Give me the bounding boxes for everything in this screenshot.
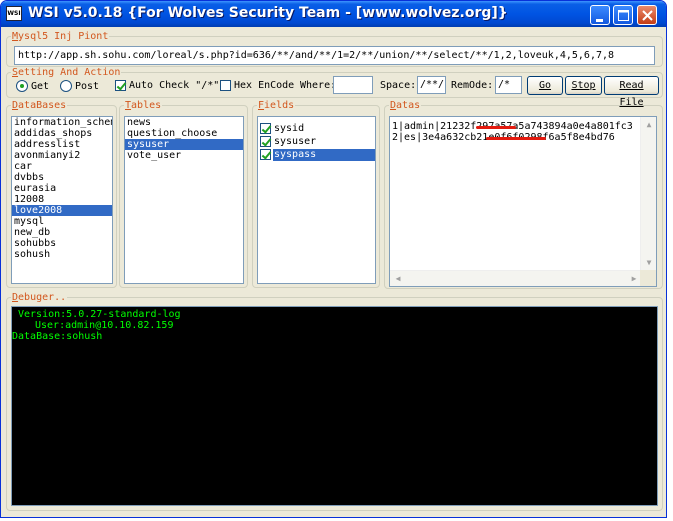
scrollbar-corner — [640, 270, 656, 286]
database-item[interactable]: sohubbs — [12, 238, 112, 249]
post-radio[interactable]: Post — [60, 80, 99, 92]
datas-group: Datas 1|admin|21232f297a57a5a743894a0e4a… — [384, 100, 663, 289]
remode-label: RemOde: — [451, 80, 494, 91]
datas-vertical-scrollbar[interactable]: ▲ ▼ — [640, 117, 656, 271]
scroll-down-arrow-icon[interactable]: ▼ — [641, 255, 657, 271]
get-label: Get — [31, 80, 50, 92]
tables-group: Tables news question_choose sysuser vote… — [119, 100, 248, 288]
debugger-console[interactable]: Version:5.0.27-standard-log User:admin@1… — [11, 306, 658, 506]
field-item-syspass[interactable]: syspass — [258, 148, 375, 161]
window-title: WSI v5.0.18 {For Wolves Security Team - … — [28, 5, 508, 21]
settings-group: Setting And Action Get Post Auto Check "… — [6, 67, 663, 108]
go-button[interactable]: Go — [527, 76, 563, 95]
field-item-sysid[interactable]: sysid — [258, 122, 375, 135]
maximize-button[interactable] — [613, 5, 633, 25]
stop-button[interactable]: Stop — [565, 76, 602, 95]
hex-encode-label: Hex EnCode — [234, 80, 295, 91]
post-radio-indicator — [60, 80, 72, 92]
user-line: User:admin@10.10.82.159 — [35, 320, 174, 331]
post-label: Post — [75, 80, 100, 92]
table-item[interactable]: news — [125, 117, 243, 128]
database-item-selected[interactable]: love2008 — [12, 205, 112, 216]
datas-output[interactable]: 1|admin|21232f297a57a5a743894a0e4a801fc3… — [389, 116, 657, 287]
space-label: Space: — [380, 80, 417, 91]
databases-group: DataBases information_schema addidas_sho… — [6, 100, 117, 288]
get-radio[interactable]: Get — [16, 80, 49, 92]
database-item[interactable]: 12008 — [12, 194, 112, 205]
auto-check-label: Auto Check "/*" — [129, 80, 220, 91]
table-item-selected[interactable]: sysuser — [125, 139, 243, 150]
minimize-button[interactable] — [590, 5, 610, 25]
version-line: Version:5.0.27-standard-log — [18, 309, 181, 320]
table-item[interactable]: vote_user — [125, 150, 243, 161]
title-bar[interactable]: WSI WSI v5.0.18 {For Wolves Security Tea… — [1, 1, 666, 27]
tables-group-label: Tables — [124, 100, 163, 111]
settings-group-label: Setting And Action — [11, 67, 122, 78]
injection-group-label: Mysql5 Inj Piont — [11, 31, 110, 42]
read-file-button[interactable]: Read File — [604, 76, 659, 108]
tables-list[interactable]: news question_choose sysuser vote_user — [124, 116, 244, 284]
database-item[interactable]: new_db — [12, 227, 112, 238]
database-item[interactable]: addidas_shops — [12, 128, 112, 139]
hex-encode-indicator — [220, 80, 231, 91]
scroll-up-arrow-icon[interactable]: ▲ — [641, 117, 657, 133]
minimize-icon — [596, 19, 603, 22]
app-icon: WSI — [6, 6, 22, 21]
datas-group-label: Datas — [389, 100, 422, 111]
app-window: WSI WSI v5.0.18 {For Wolves Security Tea… — [0, 0, 667, 518]
database-item[interactable]: dvbbs — [12, 172, 112, 183]
injection-point-group: Mysql5 Inj Piont http://app.sh.sohu.com/… — [6, 31, 663, 67]
maximize-icon — [618, 10, 629, 21]
database-item[interactable]: sohush — [12, 249, 112, 260]
fields-list[interactable]: sysid sysuser syspass — [257, 116, 376, 284]
database-item[interactable]: eurasia — [12, 183, 112, 194]
injection-url-input[interactable]: http://app.sh.sohu.com/loreal/s.php?id=6… — [14, 46, 655, 65]
data-row: 1|admin|21232f297a57a5a743894a0e4a801fc3 — [390, 121, 656, 132]
field-checkbox[interactable] — [260, 149, 271, 160]
where-input[interactable] — [333, 76, 373, 94]
auto-check-indicator — [115, 80, 126, 91]
data-row: 2|es|3e4a632cb21e0f6f0298f6a5f8e4bd76 — [390, 132, 656, 143]
field-checkbox[interactable] — [260, 123, 271, 134]
debugger-group: Debuger.. Version:5.0.27-standard-log Us… — [6, 292, 663, 511]
field-item-sysuser[interactable]: sysuser — [258, 135, 375, 148]
remode-input[interactable]: /* — [495, 76, 522, 94]
fields-group: Fields sysid sysuser syspass — [252, 100, 380, 288]
table-item[interactable]: question_choose — [125, 128, 243, 139]
close-button[interactable] — [637, 5, 657, 25]
close-icon — [642, 10, 653, 21]
databases-group-label: DataBases — [11, 100, 68, 111]
database-item[interactable]: information_schema — [12, 117, 112, 128]
redaction-mark — [476, 126, 516, 129]
databases-list[interactable]: information_schema addidas_shops address… — [11, 116, 113, 284]
get-radio-indicator — [16, 80, 28, 92]
redaction-mark — [486, 137, 546, 140]
debugger-group-label: Debuger.. — [11, 292, 68, 303]
datas-horizontal-scrollbar[interactable]: ◀ ▶ — [390, 270, 642, 286]
database-item[interactable]: car — [12, 161, 112, 172]
field-checkbox[interactable] — [260, 136, 271, 147]
database-item[interactable]: addresslist — [12, 139, 112, 150]
space-input[interactable]: /**/ — [417, 76, 446, 94]
database-line: DataBase:sohush — [12, 331, 103, 342]
auto-check-checkbox[interactable]: Auto Check "/*" — [115, 80, 219, 91]
where-label: Where: — [300, 80, 337, 91]
fields-group-label: Fields — [257, 100, 296, 111]
hex-encode-checkbox[interactable]: Hex EnCode — [220, 80, 294, 91]
scroll-left-arrow-icon[interactable]: ◀ — [390, 271, 406, 287]
database-item[interactable]: avonmianyi2 — [12, 150, 112, 161]
database-item[interactable]: mysql — [12, 216, 112, 227]
